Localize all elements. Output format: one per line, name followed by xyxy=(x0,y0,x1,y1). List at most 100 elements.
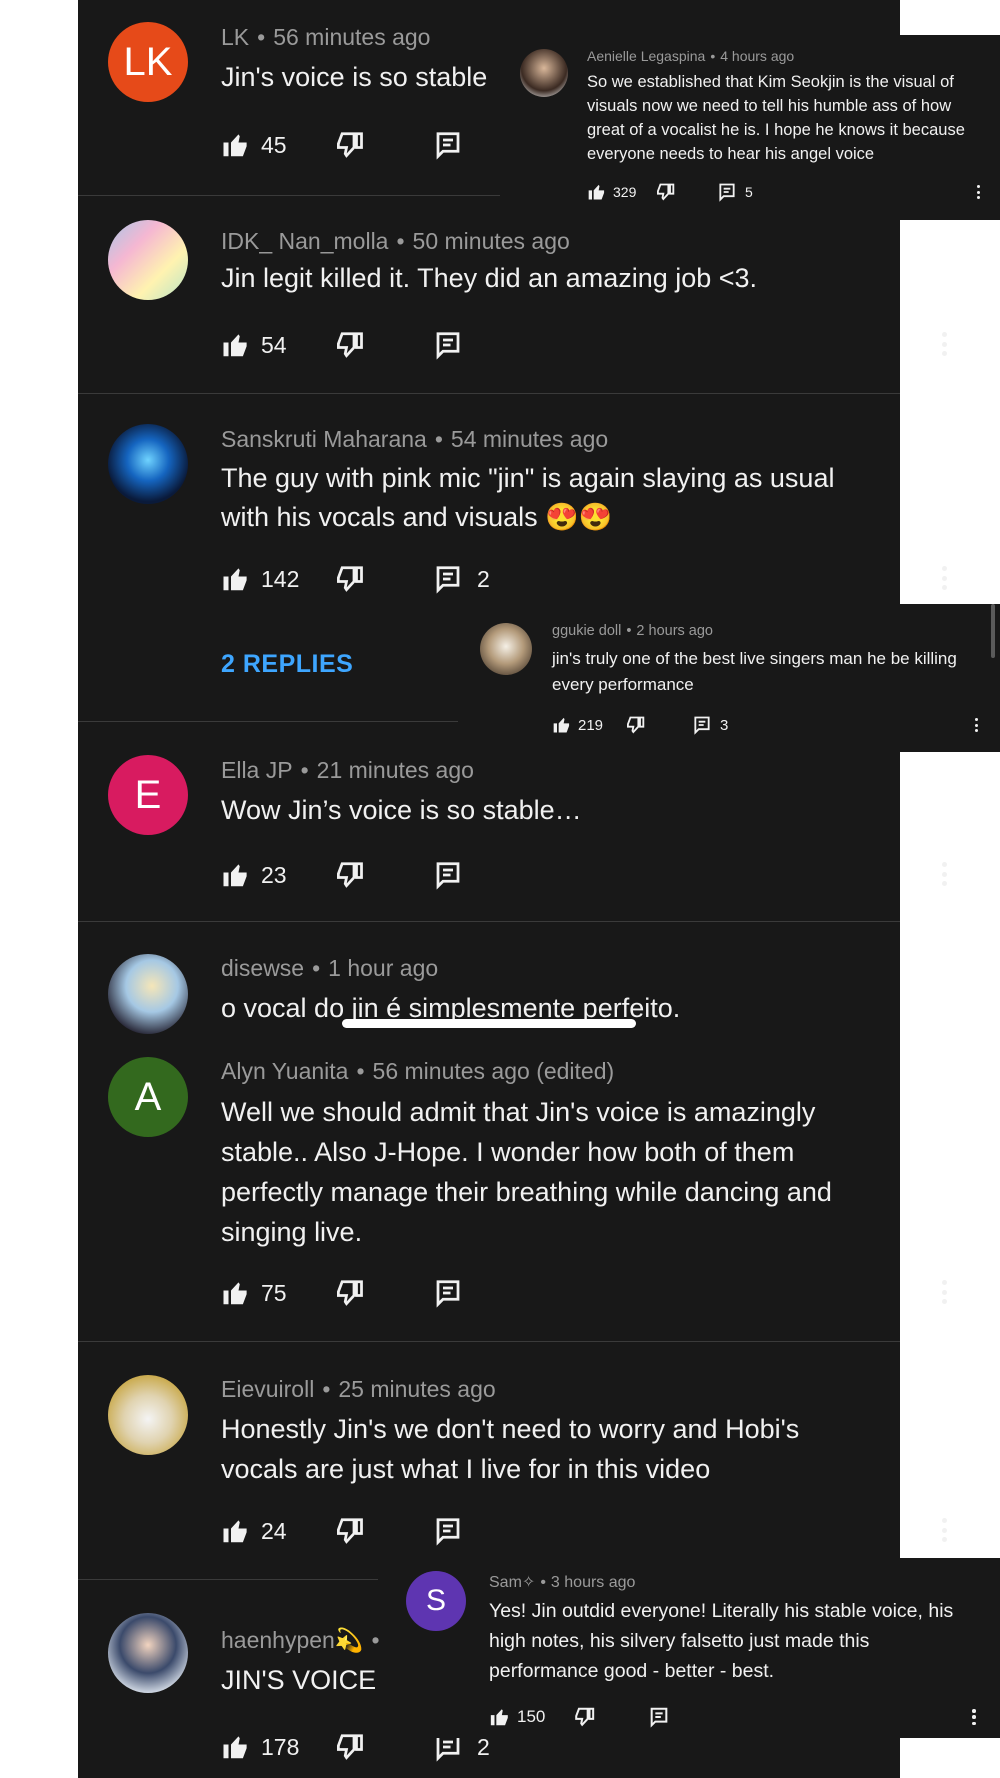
more-button[interactable] xyxy=(940,862,948,886)
thumbs-up-icon xyxy=(221,1278,251,1308)
reply-button[interactable] xyxy=(433,1514,463,1548)
comment-meta: Sanskruti Maharana • 54 minutes ago xyxy=(221,426,608,453)
dislike-button[interactable] xyxy=(573,1706,595,1728)
author-name[interactable]: haenhypen💫 xyxy=(221,1627,363,1653)
reply-button[interactable] xyxy=(648,1706,670,1728)
timestamp[interactable]: 56 minutes ago (edited) xyxy=(373,1058,615,1084)
timestamp[interactable]: 4 hours ago xyxy=(720,48,794,64)
dislike-button[interactable] xyxy=(334,1730,364,1764)
dislike-button[interactable] xyxy=(625,715,645,735)
author-name[interactable]: Ella JP xyxy=(221,757,293,783)
more-button[interactable] xyxy=(940,332,948,356)
like-button[interactable]: 142 xyxy=(221,562,299,596)
reply-icon xyxy=(433,130,463,160)
like-button[interactable]: 54 xyxy=(221,328,287,362)
author-name[interactable]: Sam✧ xyxy=(489,1574,535,1591)
more-button[interactable] xyxy=(940,566,948,590)
more-button[interactable] xyxy=(940,1280,948,1304)
meta-separator: • xyxy=(300,757,309,783)
thumbs-down-icon xyxy=(334,330,364,360)
reply-icon xyxy=(433,564,463,594)
dislike-button[interactable] xyxy=(334,128,364,162)
author-name[interactable]: LK xyxy=(221,24,249,50)
like-button[interactable]: 75 xyxy=(221,1276,287,1310)
avatar[interactable] xyxy=(108,424,188,504)
avatar[interactable] xyxy=(108,954,188,1034)
comment-actions: 75 xyxy=(221,1276,947,1310)
view-replies-button[interactable]: 2 REPLIES xyxy=(221,650,353,679)
scrollbar-thumb[interactable] xyxy=(991,604,995,658)
timestamp[interactable]: 3 hours ago xyxy=(551,1574,636,1591)
like-button[interactable]: 45 xyxy=(221,128,287,162)
avatar[interactable] xyxy=(520,49,568,97)
timestamp[interactable]: 54 minutes ago xyxy=(451,426,608,452)
comment-meta: Ella JP • 21 minutes ago xyxy=(221,757,474,784)
like-button[interactable]: 329 xyxy=(587,182,636,202)
reply-icon xyxy=(648,1706,670,1728)
more-button[interactable] xyxy=(973,718,979,732)
more-button[interactable] xyxy=(971,1709,977,1725)
timestamp[interactable]: 56 minutes ago xyxy=(273,24,430,50)
meta-separator: • xyxy=(396,228,405,254)
author-name[interactable]: Aenielle Legaspina xyxy=(587,48,705,64)
thumbs-up-icon xyxy=(221,1516,251,1546)
reply-button[interactable]: 2 xyxy=(433,562,490,596)
like-count: 23 xyxy=(261,861,287,888)
reply-count: 5 xyxy=(745,184,753,200)
reply-button[interactable] xyxy=(433,1276,463,1310)
like-button[interactable]: 24 xyxy=(221,1514,287,1548)
like-button[interactable]: 23 xyxy=(221,858,287,892)
thumbs-up-icon xyxy=(221,330,251,360)
reply-icon xyxy=(433,1278,463,1308)
dislike-button[interactable] xyxy=(334,562,364,596)
timestamp[interactable]: 21 minutes ago xyxy=(317,757,474,783)
dislike-button[interactable] xyxy=(334,858,364,892)
avatar[interactable] xyxy=(480,623,532,675)
dislike-button[interactable] xyxy=(334,1514,364,1548)
meta-separator: • xyxy=(626,623,632,639)
like-count: 24 xyxy=(261,1517,287,1544)
dislike-button[interactable] xyxy=(334,1276,364,1310)
reply-icon xyxy=(717,182,737,202)
dislike-button[interactable] xyxy=(334,328,364,362)
like-button[interactable]: 219 xyxy=(552,715,603,735)
timestamp[interactable]: 2 hours ago xyxy=(636,623,713,639)
author-name[interactable]: ggukie doll xyxy=(552,623,621,639)
more-button[interactable] xyxy=(940,1518,948,1542)
author-name[interactable]: Eievuiroll xyxy=(221,1376,314,1402)
avatar[interactable]: LK xyxy=(108,22,188,102)
author-name[interactable]: Sanskruti Maharana xyxy=(221,426,427,452)
avatar[interactable] xyxy=(108,1375,188,1455)
avatar[interactable]: A xyxy=(108,1057,188,1137)
more-button[interactable] xyxy=(975,185,981,199)
reply-button[interactable]: 3 xyxy=(692,715,728,735)
reply-button[interactable] xyxy=(433,858,463,892)
comment-actions: 142 2 xyxy=(221,562,947,596)
meta-separator: • xyxy=(371,1627,380,1653)
reply-button[interactable] xyxy=(433,328,463,362)
reply-button[interactable] xyxy=(433,128,463,162)
comment-eievuiroll: Eievuiroll • 25 minutes ago Honestly Jin's… xyxy=(78,1342,947,1580)
scroll-indicator[interactable] xyxy=(342,1019,636,1028)
timestamp[interactable]: 50 minutes ago xyxy=(413,228,570,254)
author-name[interactable]: disewse xyxy=(221,955,304,981)
avatar[interactable] xyxy=(108,1613,188,1693)
like-button[interactable]: 150 xyxy=(489,1706,545,1728)
reply-icon xyxy=(692,715,712,735)
avatar[interactable] xyxy=(108,220,188,300)
timestamp[interactable]: 1 hour ago xyxy=(328,955,438,981)
reply-icon xyxy=(433,330,463,360)
overlay-comment-aenielle: Aenielle Legaspina • 4 hours ago So we est… xyxy=(500,35,1000,220)
meta-separator: • xyxy=(434,426,443,452)
timestamp[interactable]: 25 minutes ago xyxy=(338,1376,495,1402)
author-name[interactable]: IDK_ Nan_molla xyxy=(221,228,388,254)
reply-button[interactable]: 5 xyxy=(717,182,753,202)
author-name[interactable]: Alyn Yuanita xyxy=(221,1058,348,1084)
dislike-button[interactable] xyxy=(655,182,675,202)
like-count: 45 xyxy=(261,131,287,158)
avatar[interactable]: E xyxy=(108,755,188,835)
like-button[interactable]: 178 xyxy=(221,1730,299,1764)
avatar[interactable]: S xyxy=(406,1571,466,1631)
thumbs-down-icon xyxy=(334,1516,364,1546)
meta-separator: • xyxy=(322,1376,331,1402)
